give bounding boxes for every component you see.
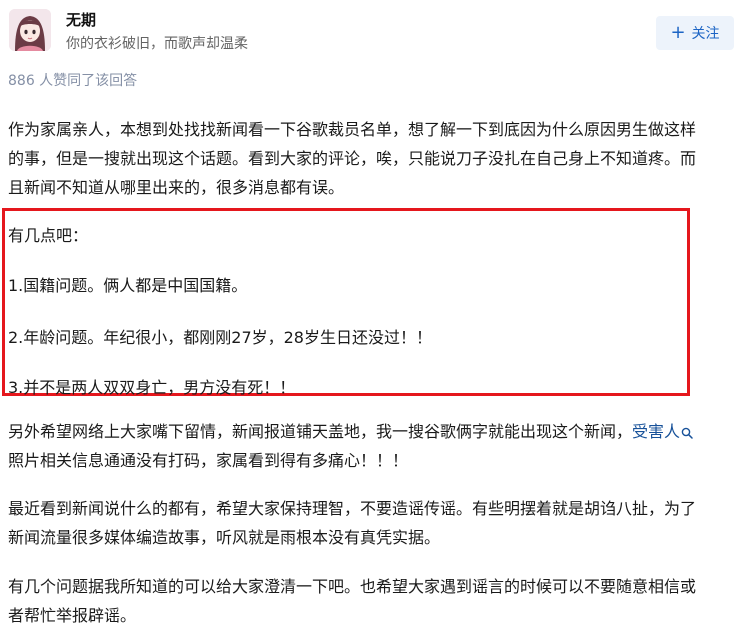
answer-paragraph-clarify: 有几个问题据我所知道的可以给大家澄清一下吧。也希望大家遇到谣言的时候可以不要随意… — [8, 572, 736, 630]
follow-button[interactable]: + 关注 — [656, 16, 734, 50]
search-icon[interactable] — [681, 427, 693, 439]
answer-paragraph-appeal: 另外希望网络上大家嘴下留情，新闻报道铺天盖地，我一搜谷歌俩字就能出现这个新闻，受… — [8, 417, 736, 475]
answer-paragraph-rumors: 最近看到新闻说什么的都有，希望大家保持理智，不要造谣传谣。有些明摆着就是胡诌八扯… — [8, 494, 736, 552]
upvote-summary: 886 人赞同了该回答 — [8, 73, 138, 89]
author-bio: 你的衣衫破旧，而歌声却温柔 — [66, 36, 248, 52]
author-name[interactable]: 无期 — [66, 9, 96, 30]
text-line: 有几个问题据我所知道的可以给大家澄清一下吧。也希望大家遇到谣言的时候可以不要随意… — [8, 577, 697, 596]
text-line: 作为家属亲人，本想到处找找新闻看一下谷歌裁员名单，想了解一下到底因为什么原因男生… — [8, 120, 697, 139]
follow-button-label: 关注 — [691, 26, 720, 42]
highlight-point-1: 1.国籍问题。俩人都是中国国籍。 — [8, 276, 248, 295]
text-line: 最近看到新闻说什么的都有，希望大家保持理智，不要造谣传谣。有些明摆着就是胡诌八扯… — [8, 499, 697, 518]
highlight-point-2: 2.年龄问题。年纪很小，都刚刚27岁，28岁生日还没过！！ — [8, 328, 432, 347]
highlight-heading: 有几点吧： — [8, 226, 89, 245]
appeal-text: 另外希望网络上大家嘴下留情，新闻报道铺天盖地，我一搜谷歌俩字就能出现这个新闻， — [8, 422, 633, 441]
text-line: 者帮忙举报辟谣。 — [8, 606, 137, 625]
author-avatar[interactable] — [9, 9, 51, 51]
plus-icon: + — [670, 22, 686, 43]
text-line: 且新闻不知道从哪里出来的，很多消息都有误。 — [8, 178, 345, 197]
search-link[interactable]: 受害人 — [632, 422, 680, 441]
text-line: 的事，但是一搜就出现这个话题。看到大家的评论，唉，只能说刀子没扎在自己身上不知道… — [8, 149, 697, 168]
text-line: 新闻流量很多媒体编造故事，听风就是雨根本没有真凭实据。 — [8, 528, 441, 547]
text-line: 另外希望网络上大家嘴下留情，新闻报道铺天盖地，我一搜谷歌俩字就能出现这个新闻，受… — [8, 417, 736, 446]
highlight-point-3: 3.并不是两人双双身亡，男方没有死！！ — [8, 378, 296, 397]
red-highlight-box — [2, 208, 690, 396]
answer-author-header: 无期 你的衣衫破旧，而歌声却温柔 + 关注 — [0, 0, 742, 62]
text-line: 照片相关信息通通没有打码，家属看到得有多痛心！！！ — [8, 451, 409, 470]
anime-avatar-icon — [9, 9, 51, 51]
answer-paragraph-intro: 作为家属亲人，本想到处找找新闻看一下谷歌裁员名单，想了解一下到底因为什么原因男生… — [8, 115, 736, 202]
